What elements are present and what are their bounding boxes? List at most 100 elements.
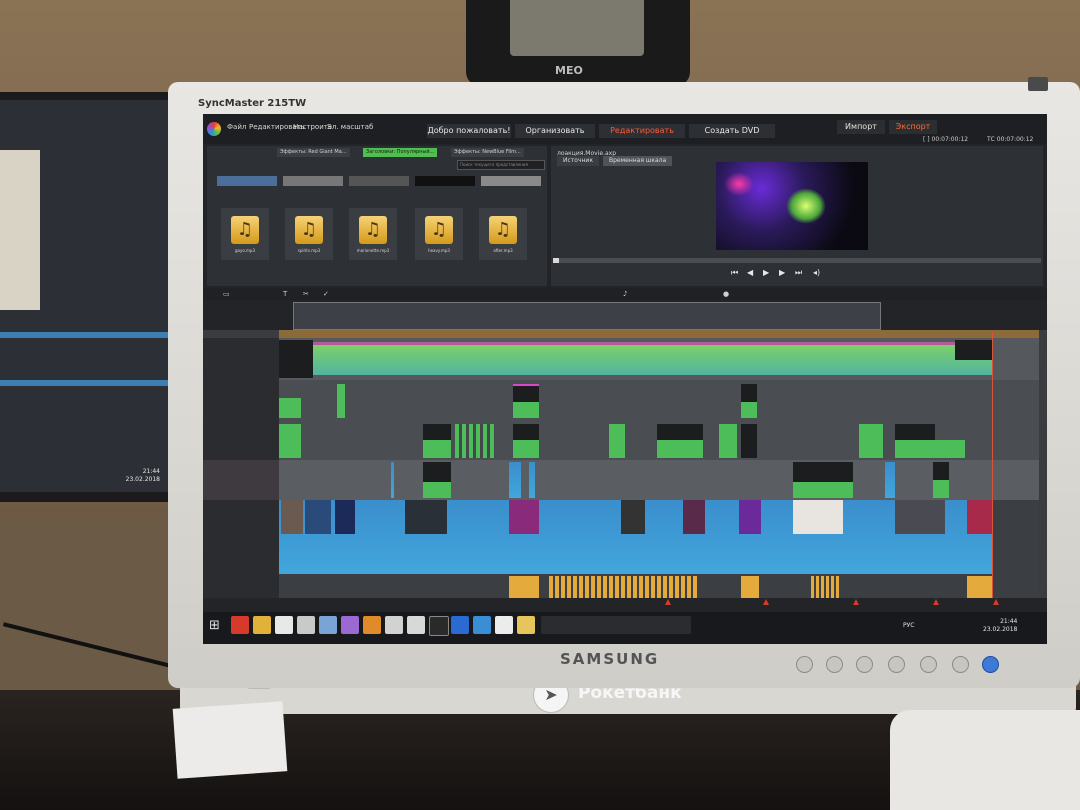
app-icon[interactable] xyxy=(407,616,425,634)
clip[interactable] xyxy=(933,480,949,498)
clip[interactable] xyxy=(741,424,757,458)
skip-forward-icon[interactable]: ⏭ xyxy=(795,268,802,278)
clip[interactable] xyxy=(529,462,535,498)
media-thumbnail[interactable] xyxy=(283,176,343,186)
app-icon[interactable] xyxy=(429,616,449,636)
search-input[interactable]: Поиск текущего представления xyxy=(457,160,545,170)
video-frame[interactable] xyxy=(895,500,945,534)
text-tool-icon[interactable]: T xyxy=(283,290,287,298)
clip[interactable] xyxy=(391,462,394,498)
system-clock[interactable]: 21:44 23.02.2018 xyxy=(983,618,1017,634)
record-icon[interactable]: ● xyxy=(723,290,729,298)
monitor-button[interactable] xyxy=(888,656,905,673)
export-button[interactable]: Экспорт xyxy=(889,120,937,134)
media-thumbnail[interactable] xyxy=(415,176,475,186)
clip[interactable] xyxy=(895,440,965,458)
marker-icon[interactable] xyxy=(853,599,859,605)
video-frame[interactable] xyxy=(967,500,993,534)
monitor-button[interactable] xyxy=(826,656,843,673)
clip[interactable] xyxy=(657,424,703,440)
video-frame[interactable] xyxy=(305,500,331,534)
audio-item[interactable]: ♫ spirits.mp3 xyxy=(285,208,333,260)
clip[interactable] xyxy=(895,424,935,440)
tab-welcome[interactable]: Добро пожаловать! xyxy=(427,124,511,138)
timeline-navigator[interactable] xyxy=(293,302,881,330)
track-header[interactable] xyxy=(203,338,279,381)
cut-icon[interactable]: ✂ xyxy=(303,290,309,298)
clip[interactable] xyxy=(859,424,883,458)
clip[interactable] xyxy=(423,424,451,440)
clip[interactable] xyxy=(423,440,451,458)
clip[interactable] xyxy=(423,462,451,482)
chrome-icon[interactable] xyxy=(231,616,249,634)
track-header[interactable] xyxy=(203,420,279,461)
clip[interactable] xyxy=(933,462,949,480)
clip[interactable] xyxy=(513,402,539,418)
video-frame[interactable] xyxy=(683,500,705,534)
check-icon[interactable]: ✓ xyxy=(323,290,329,298)
app-icon[interactable] xyxy=(517,616,535,634)
app-icon[interactable] xyxy=(275,616,293,634)
video-frame[interactable] xyxy=(509,500,539,534)
clip[interactable] xyxy=(513,440,539,458)
library-tab[interactable]: Эффекты: Red Giant Ma... xyxy=(277,148,350,157)
clip[interactable] xyxy=(279,424,301,458)
track-header[interactable] xyxy=(203,460,279,501)
clip[interactable] xyxy=(741,384,757,402)
clip[interactable] xyxy=(279,398,301,418)
app-icon[interactable] xyxy=(297,616,315,634)
audio-clip[interactable] xyxy=(549,576,699,598)
clip[interactable] xyxy=(657,440,703,458)
tab-organize[interactable]: Организовать xyxy=(515,124,595,138)
folder-icon[interactable] xyxy=(253,616,271,634)
clip[interactable] xyxy=(719,424,737,458)
library-tab-active[interactable]: Заголовки: Популярный... xyxy=(363,148,438,157)
video-frame[interactable] xyxy=(405,500,447,534)
app-icon[interactable] xyxy=(473,616,491,634)
media-thumbnail[interactable] xyxy=(217,176,277,186)
track-header[interactable] xyxy=(203,380,279,421)
marker-icon[interactable] xyxy=(763,599,769,605)
monitor-button[interactable] xyxy=(920,656,937,673)
clip[interactable] xyxy=(885,462,895,498)
clip[interactable] xyxy=(741,402,757,418)
app-icon[interactable] xyxy=(363,616,381,634)
step-forward-icon[interactable]: ▶ xyxy=(779,268,785,277)
menu-file[interactable]: Файл xyxy=(227,123,246,131)
playback-scrubber[interactable] xyxy=(553,258,1041,263)
tab-create-dvd[interactable]: Создать DVD xyxy=(689,124,775,138)
toolbox-icon[interactable]: ▭ xyxy=(223,290,230,298)
media-thumbnail[interactable] xyxy=(481,176,541,186)
volume-icon[interactable]: ◂) xyxy=(813,268,820,277)
clip[interactable] xyxy=(793,462,853,482)
audio-clip[interactable] xyxy=(811,576,839,598)
clip[interactable] xyxy=(609,424,625,458)
skip-back-icon[interactable]: ⏮ xyxy=(731,268,738,278)
language-indicator[interactable]: РУС xyxy=(903,622,914,629)
mic-icon[interactable]: ♪ xyxy=(623,290,627,298)
library-tab[interactable]: Эффекты: NewBlue Film... xyxy=(451,148,524,157)
windows-start-icon[interactable]: ⊞ xyxy=(209,618,220,633)
monitor-button[interactable] xyxy=(952,656,969,673)
marker-icon[interactable] xyxy=(665,599,671,605)
marker-icon[interactable] xyxy=(993,599,999,605)
audio-item[interactable]: ♫ gayo.mp3 xyxy=(221,208,269,260)
audio-clip[interactable] xyxy=(967,576,993,598)
track-header[interactable] xyxy=(203,500,279,577)
clip[interactable] xyxy=(509,462,521,498)
clip[interactable] xyxy=(793,482,853,498)
monitor-button[interactable] xyxy=(796,656,813,673)
timeline-playhead[interactable] xyxy=(992,332,993,612)
video-frame[interactable] xyxy=(739,500,761,534)
clip[interactable] xyxy=(455,424,495,458)
clip[interactable] xyxy=(955,340,993,360)
audio-clip[interactable] xyxy=(741,576,759,598)
video-frame[interactable] xyxy=(621,500,645,534)
import-button[interactable]: Импорт xyxy=(837,120,885,134)
clip[interactable] xyxy=(313,342,993,375)
video-frame[interactable] xyxy=(335,500,355,534)
monitor-button[interactable] xyxy=(856,656,873,673)
player-tab-timeline[interactable]: Временная шкала xyxy=(603,156,673,166)
menu-zoom[interactable]: Эл. масштаб xyxy=(327,123,373,131)
player-tab-source[interactable]: Источник xyxy=(557,156,599,166)
